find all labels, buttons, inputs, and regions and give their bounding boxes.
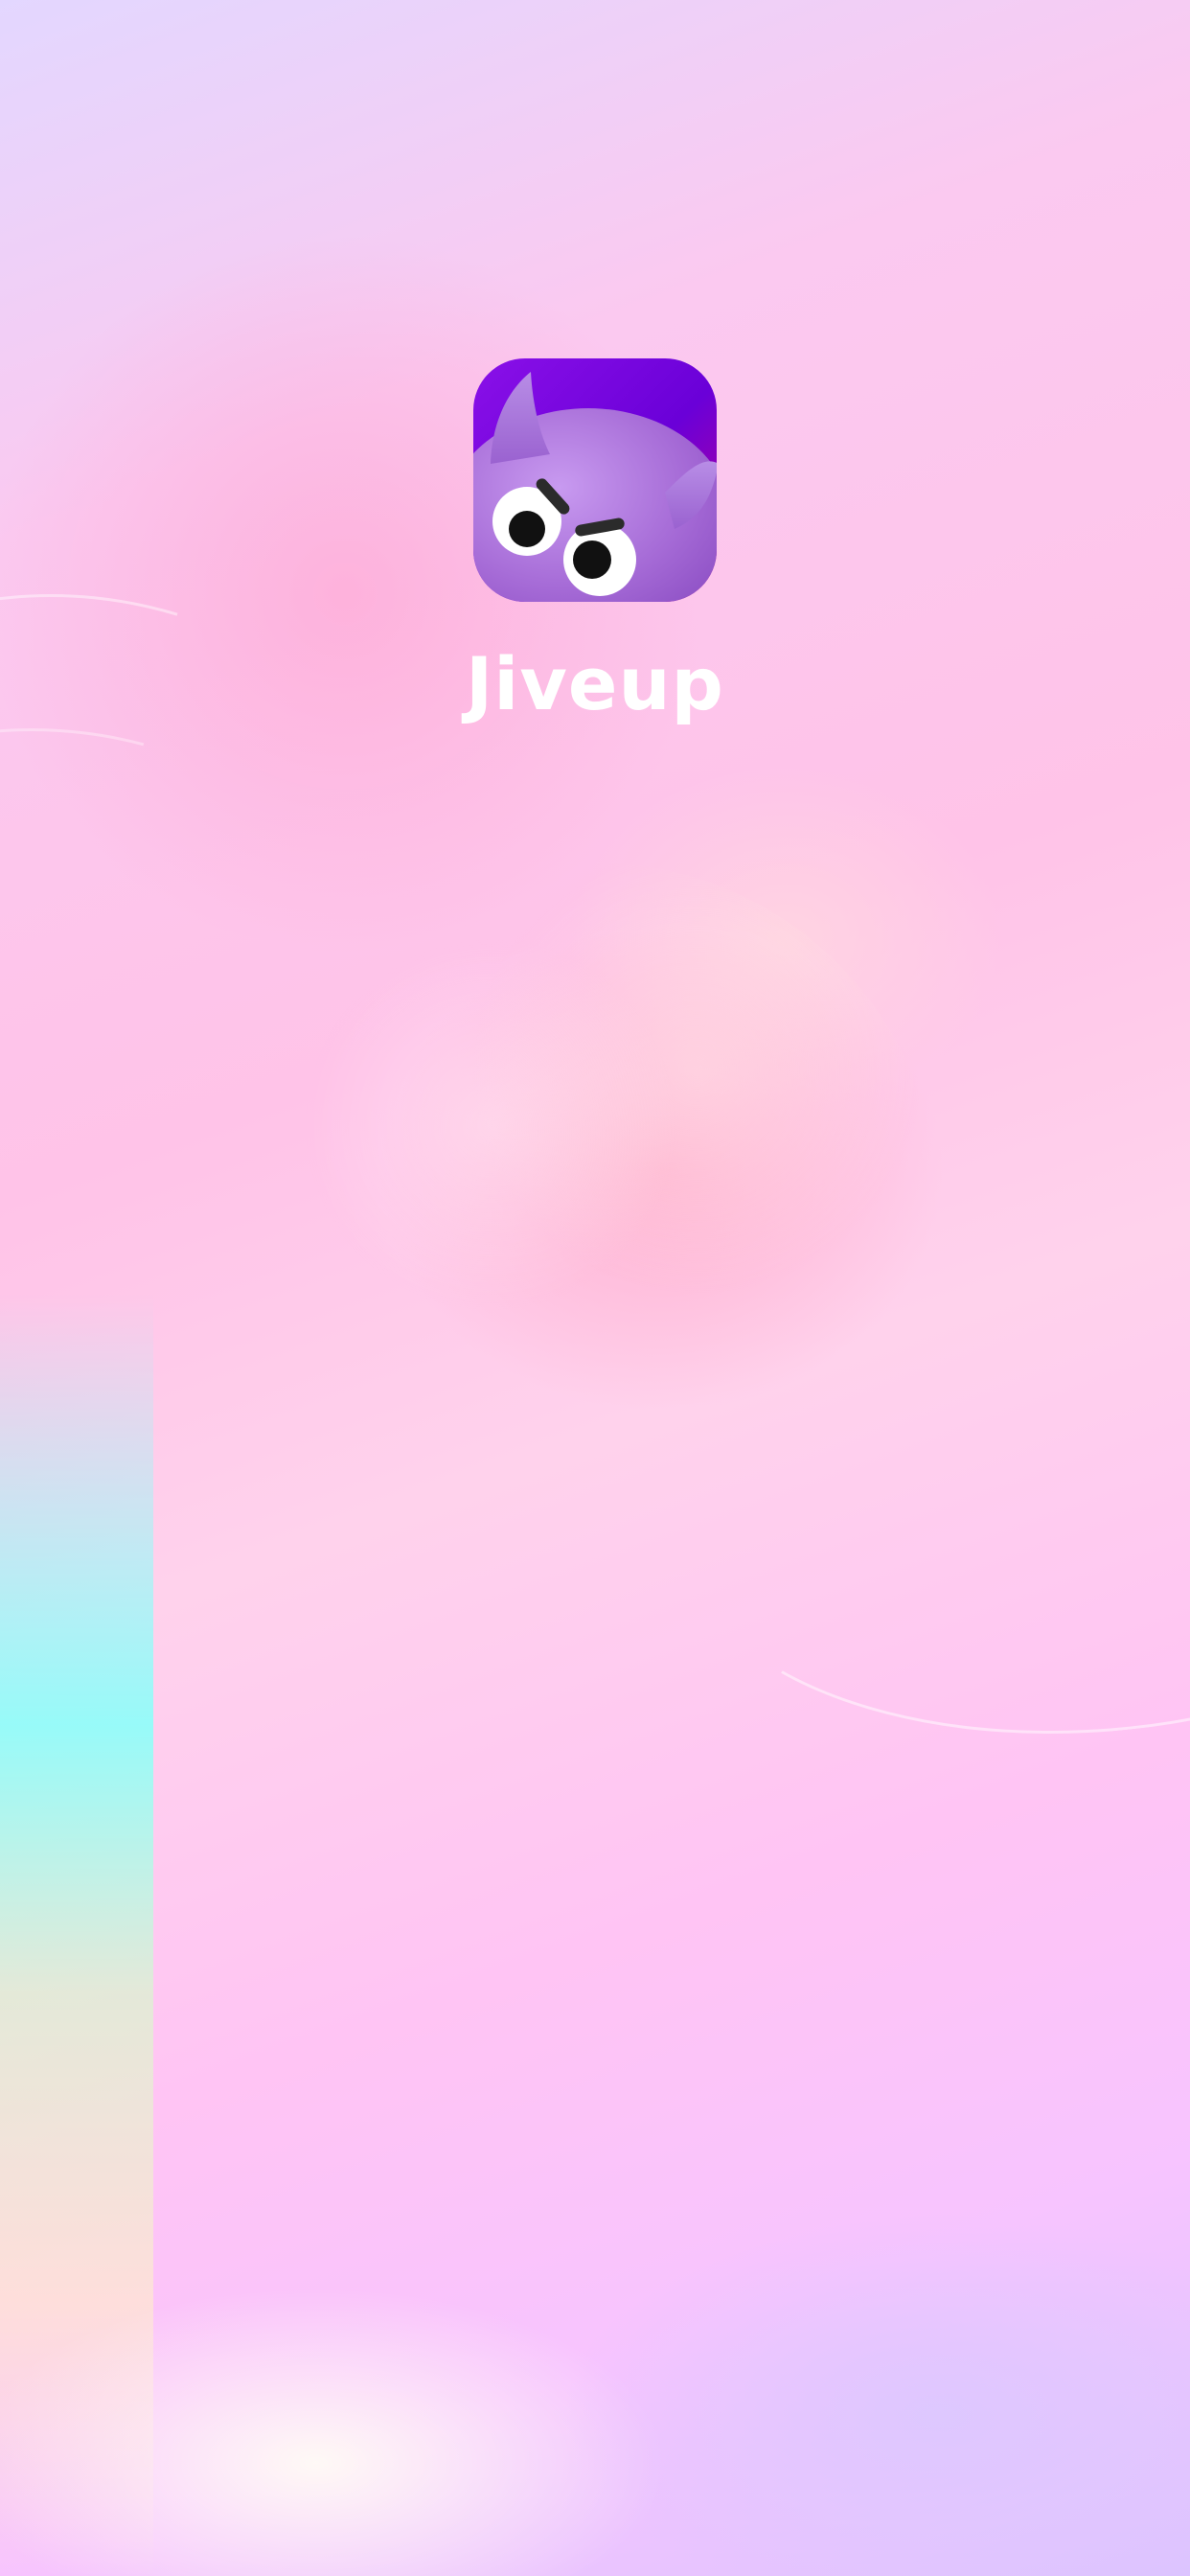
- app-logo-icon: [473, 358, 717, 602]
- purple-devil-mascot-icon: [473, 372, 717, 602]
- background-swirl: [0, 441, 638, 1616]
- app-name-title: Jiveup: [466, 641, 724, 726]
- background-heart-glow: [249, 862, 939, 1552]
- background-swirl: [648, 1202, 1190, 1775]
- background-swirl: [0, 569, 625, 1756]
- splash-screen: Jiveup: [0, 0, 1190, 2576]
